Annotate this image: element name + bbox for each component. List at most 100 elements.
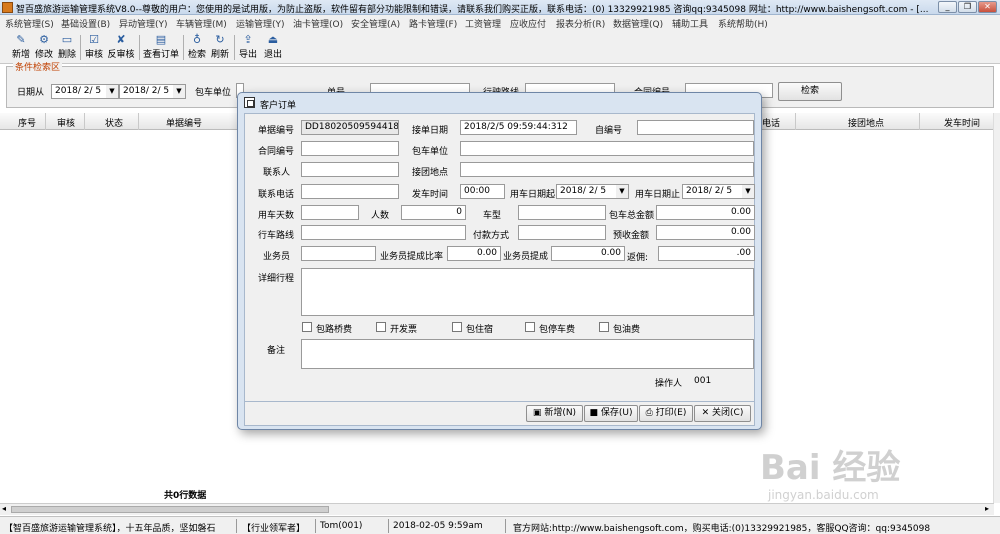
search-button[interactable]: ♁ 检索 [186, 33, 208, 62]
date-to-picker[interactable]: 2018/ 2/ 5 ▼ [119, 84, 186, 99]
contact-person-input[interactable] [301, 162, 399, 177]
depart-time-label: 发车时间 [412, 190, 449, 200]
filter-search-button[interactable]: 检索 [778, 82, 842, 101]
client-unit-input[interactable] [460, 141, 754, 156]
fuel-checkbox-label: 包油费 [613, 325, 641, 335]
dialog-close-button[interactable]: ✕ 关闭(C) [694, 405, 751, 422]
fuel-checkbox[interactable] [599, 322, 609, 332]
payment-method-label: 付款方式 [473, 231, 510, 241]
rebate-input[interactable]: .00 [658, 246, 755, 261]
payment-method-input[interactable] [518, 225, 606, 240]
pickup-place-input[interactable] [460, 162, 754, 177]
minimize-button[interactable]: _ [938, 1, 957, 13]
unaudit-button[interactable]: ✘ 反审核 [106, 33, 136, 62]
menu-vehicles[interactable]: 车辆管理(M) [176, 17, 227, 30]
receive-date-field[interactable]: 2018/2/5 09:59:44:312 [460, 120, 577, 135]
menu-safety[interactable]: 安全管理(A) [351, 17, 400, 30]
toolbar-separator [80, 35, 81, 60]
contract-no-input[interactable] [301, 141, 399, 156]
remark-label: 备注 [267, 346, 286, 356]
doc-no-field: DD180205095944183 [301, 120, 399, 135]
status-user: Tom(001) [320, 521, 363, 531]
menu-reports[interactable]: 报表分析(R) [556, 17, 605, 30]
refresh-button[interactable]: ↻ 刷新 [209, 33, 231, 62]
lodging-checkbox[interactable] [452, 322, 462, 332]
row-count-text: 共0行数据 [164, 491, 207, 501]
menu-receivable[interactable]: 应收应付 [510, 17, 546, 30]
view-order-icon: ▤ [155, 33, 167, 46]
audit-button[interactable]: ☑ 审核 [83, 33, 105, 62]
view-order-button[interactable]: ▤ 查看订单 [142, 33, 180, 62]
dropdown-arrow-icon: ▼ [173, 85, 185, 98]
people-input[interactable]: 0 [401, 205, 466, 220]
column-header-index[interactable]: 序号 [18, 116, 36, 129]
status-contact: 官方网站:http://www.baishengsoft.com，购买电话:(0… [513, 524, 931, 534]
itinerary-textarea[interactable] [301, 268, 754, 316]
menu-basic-settings[interactable]: 基础设置(B) [61, 17, 110, 30]
end-date-picker[interactable]: 2018/ 2/ 5 ▼ [682, 184, 755, 199]
horizontal-scroll-thumb[interactable] [11, 506, 329, 513]
commission-input[interactable]: 0.00 [551, 246, 625, 261]
dialog-print-button[interactable]: ⎙ 打印(E) [639, 405, 693, 422]
pickup-place-label: 接团地点 [412, 168, 449, 178]
scroll-left-icon[interactable]: ◂ [2, 504, 6, 513]
menu-salary[interactable]: 工资管理 [465, 17, 501, 30]
menu-system[interactable]: 系统管理(S) [5, 17, 54, 30]
menu-tools[interactable]: 辅助工具 [672, 17, 708, 30]
parking-checkbox[interactable] [525, 322, 535, 332]
people-label: 人数 [371, 211, 390, 221]
delete-button[interactable]: ▭ 删除 [56, 33, 78, 62]
column-header-doc-no[interactable]: 单据编号 [166, 116, 202, 129]
exit-button[interactable]: ⏏ 退出 [262, 33, 284, 62]
lodging-checkbox-label: 包住宿 [466, 325, 494, 335]
delete-icon: ▭ [61, 33, 73, 46]
column-header-depart-time[interactable]: 发车时间 [944, 116, 980, 129]
app-icon [2, 2, 13, 13]
prepaid-input[interactable]: 0.00 [656, 225, 755, 240]
dialog-title: 客户订单 [260, 101, 297, 111]
menu-transport[interactable]: 运输管理(Y) [236, 17, 285, 30]
total-amount-input[interactable]: 0.00 [656, 205, 755, 220]
menu-fuel-card[interactable]: 油卡管理(O) [293, 17, 343, 30]
status-bar: 【智百盛旅游运输管理系统】，十五年品质，坚如磐石 【行业领军者】 Tom(001… [0, 516, 1000, 534]
commission-rate-input[interactable]: 0.00 [447, 246, 501, 261]
contract-no-label: 合同编号 [258, 147, 295, 157]
toolbar: ✎ 新增 ⚙ 修改 ▭ 删除 ☑ 审核 ✘ 反审核 ▤ 查看订单 ♁ 检索 ↻ 刷新 ⇪ 导出 ⏏… [0, 31, 1000, 64]
close-window-button[interactable]: ✕ [978, 1, 997, 13]
start-date-picker[interactable]: 2018/ 2/ 5 ▼ [556, 184, 629, 199]
menu-data[interactable]: 数据管理(Q) [613, 17, 663, 30]
column-header-phone[interactable]: 电话 [762, 116, 780, 129]
salesman-input[interactable] [301, 246, 376, 261]
date-from-picker[interactable]: 2018/ 2/ 5 ▼ [51, 84, 119, 99]
refresh-icon: ↻ [215, 33, 225, 46]
vehicle-type-input[interactable] [518, 205, 606, 220]
operator-label: 操作人 [655, 379, 683, 389]
self-no-input[interactable] [637, 120, 754, 135]
toolbar-separator [139, 35, 140, 60]
vertical-scrollbar[interactable] [993, 113, 1000, 503]
invoice-checkbox[interactable] [376, 322, 386, 332]
menu-changes[interactable]: 异动管理(Y) [119, 17, 168, 30]
restore-button[interactable]: ❐ [958, 1, 977, 13]
export-button[interactable]: ⇪ 导出 [237, 33, 259, 62]
dialog-save-button[interactable]: ■ 保存(U) [584, 405, 638, 422]
depart-time-input[interactable]: 00:00 [460, 184, 505, 199]
menu-help[interactable]: 系统帮助(H) [718, 17, 768, 30]
customer-order-dialog: 客户订单 单据编号 DD180205095944183 接单日期 2018/2/… [237, 92, 762, 430]
column-header-audit[interactable]: 审核 [57, 116, 75, 129]
dialog-new-button[interactable]: ▣ 新增(N) [526, 405, 583, 422]
commission-label: 业务员提成 [503, 252, 549, 262]
phone-input[interactable] [301, 184, 399, 199]
days-input[interactable] [301, 205, 359, 220]
toll-checkbox[interactable] [302, 322, 312, 332]
menu-road-card[interactable]: 路卡管理(F) [409, 17, 457, 30]
remark-textarea[interactable] [301, 339, 754, 369]
date-from-label: 日期从 [17, 88, 45, 98]
status-industry: 【行业领军者】 [242, 524, 306, 534]
new-button[interactable]: ✎ 新增 [10, 33, 32, 62]
column-header-pickup[interactable]: 接团地点 [848, 116, 884, 129]
edit-button[interactable]: ⚙ 修改 [33, 33, 55, 62]
dropdown-arrow-icon: ▼ [106, 85, 118, 98]
route-input[interactable] [301, 225, 466, 240]
column-header-status[interactable]: 状态 [105, 116, 123, 129]
